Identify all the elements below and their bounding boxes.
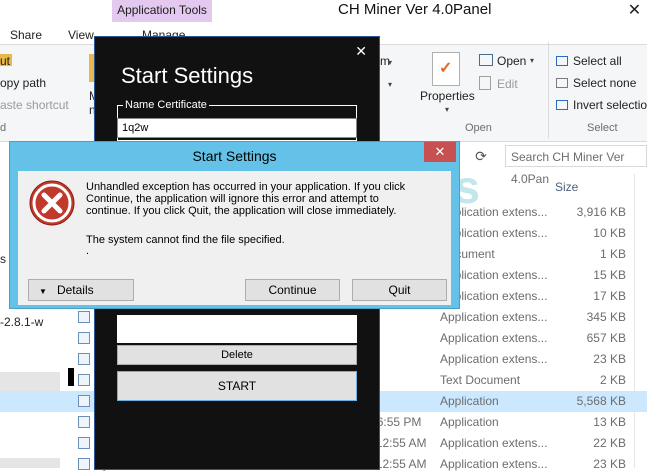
certificate-name-input[interactable]: 1q2w (117, 118, 357, 138)
open-icon (479, 54, 493, 66)
file-icon (78, 374, 90, 386)
certificate-label: Name Certificate (123, 99, 209, 111)
chevron-down-icon: ▾ (530, 56, 535, 65)
properties-button[interactable]: Properties (420, 89, 475, 103)
invert-selection-icon (556, 100, 568, 110)
file-size: 13 KB (593, 415, 626, 429)
file-icon (78, 332, 90, 344)
chevron-down-icon: ▾ (445, 105, 450, 114)
continue-button[interactable]: Continue (245, 279, 340, 301)
details-button[interactable]: ▼ Details (28, 279, 134, 301)
cut-button[interactable]: ut (0, 54, 10, 68)
error-message: Unhandled exception has occurred in your… (86, 181, 406, 217)
chevron-down-icon: ▾ (388, 80, 393, 89)
ribbon-divider (548, 42, 549, 138)
error-icon (28, 179, 76, 227)
file-size: 23 KB (593, 457, 626, 471)
file-size: 3,916 KB (576, 205, 626, 219)
start-settings-title: Start Settings (121, 63, 254, 88)
select-group-label: Select (587, 122, 618, 134)
file-icon (78, 458, 90, 470)
file-size: 23 KB (593, 352, 626, 366)
copy-path-button[interactable]: opy path (0, 76, 46, 90)
file-size: 15 KB (593, 268, 626, 282)
file-size: 17 KB (593, 289, 626, 303)
tab-view[interactable]: View (68, 28, 94, 42)
chevron-down-icon: ▼ (39, 287, 47, 296)
quit-button[interactable]: Quit (352, 279, 447, 301)
column-header-size[interactable]: Size (555, 180, 578, 194)
file-type: Text Document (440, 373, 521, 387)
tab-share[interactable]: Share (10, 28, 42, 42)
file-icon (78, 416, 90, 428)
file-type: Application extens... (440, 436, 548, 450)
file-size: 22 KB (593, 436, 626, 450)
window-close-button[interactable]: ✕ (622, 0, 647, 19)
invert-selection-button[interactable]: Invert selection (573, 98, 647, 112)
error-dialog: Start Settings ✕ Unhandled exception has… (9, 141, 460, 309)
file-type: Application extens... (440, 331, 548, 345)
paste-shortcut-button[interactable]: aste shortcut (0, 98, 69, 112)
file-type: Application extens... (440, 310, 548, 324)
search-input[interactable]: Search CH Miner Ver 4.0Pan (505, 145, 647, 186)
chevron-down-icon: ▾ (388, 58, 393, 67)
dialog-title: Start Settings (192, 148, 277, 164)
checkmark-icon: ✓ (439, 60, 453, 77)
file-size: 10 KB (593, 226, 626, 240)
file-size: 1 KB (599, 247, 626, 261)
settings-list-box[interactable] (117, 315, 357, 343)
file-size: 2 KB (599, 373, 626, 387)
open-button[interactable]: Open (497, 54, 526, 68)
delete-button[interactable]: Delete (117, 345, 357, 365)
explorer-titlebar (0, 0, 647, 24)
edit-icon (479, 76, 491, 90)
select-none-button[interactable]: Select none (573, 76, 636, 90)
start-button[interactable]: START (117, 371, 357, 401)
file-type: Application (440, 394, 499, 408)
file-size: 345 KB (586, 310, 626, 324)
edit-button[interactable]: Edit (497, 77, 518, 91)
window-title: CH Miner Ver 4.0Panel (338, 1, 492, 18)
file-type: Application extens... (440, 352, 548, 366)
file-size: 5,568 KB (576, 394, 626, 408)
clipboard-group-label: d (0, 122, 7, 134)
file-type: Application (440, 415, 499, 429)
error-detail: The system cannot find the file specifie… (86, 234, 285, 246)
dialog-client: Unhandled exception has occurred in your… (18, 171, 451, 305)
select-all-icon (556, 56, 568, 66)
properties-icon: ✓ (432, 52, 460, 86)
select-all-button[interactable]: Select all (573, 54, 622, 68)
open-group-label: Open (465, 122, 492, 134)
close-icon[interactable]: ✕ (355, 43, 367, 60)
file-icon (78, 395, 90, 407)
select-none-icon (556, 78, 568, 88)
dialog-close-button[interactable]: ✕ (424, 142, 456, 162)
error-detail-dot: . (86, 245, 90, 257)
file-size: 657 KB (586, 331, 626, 345)
file-icon (78, 353, 90, 365)
file-icon (78, 311, 90, 323)
file-icon (78, 437, 90, 449)
file-type: Application extens... (440, 457, 548, 471)
details-button-label: Details (56, 283, 94, 297)
application-tools-context-tab[interactable]: Application Tools (112, 0, 212, 22)
